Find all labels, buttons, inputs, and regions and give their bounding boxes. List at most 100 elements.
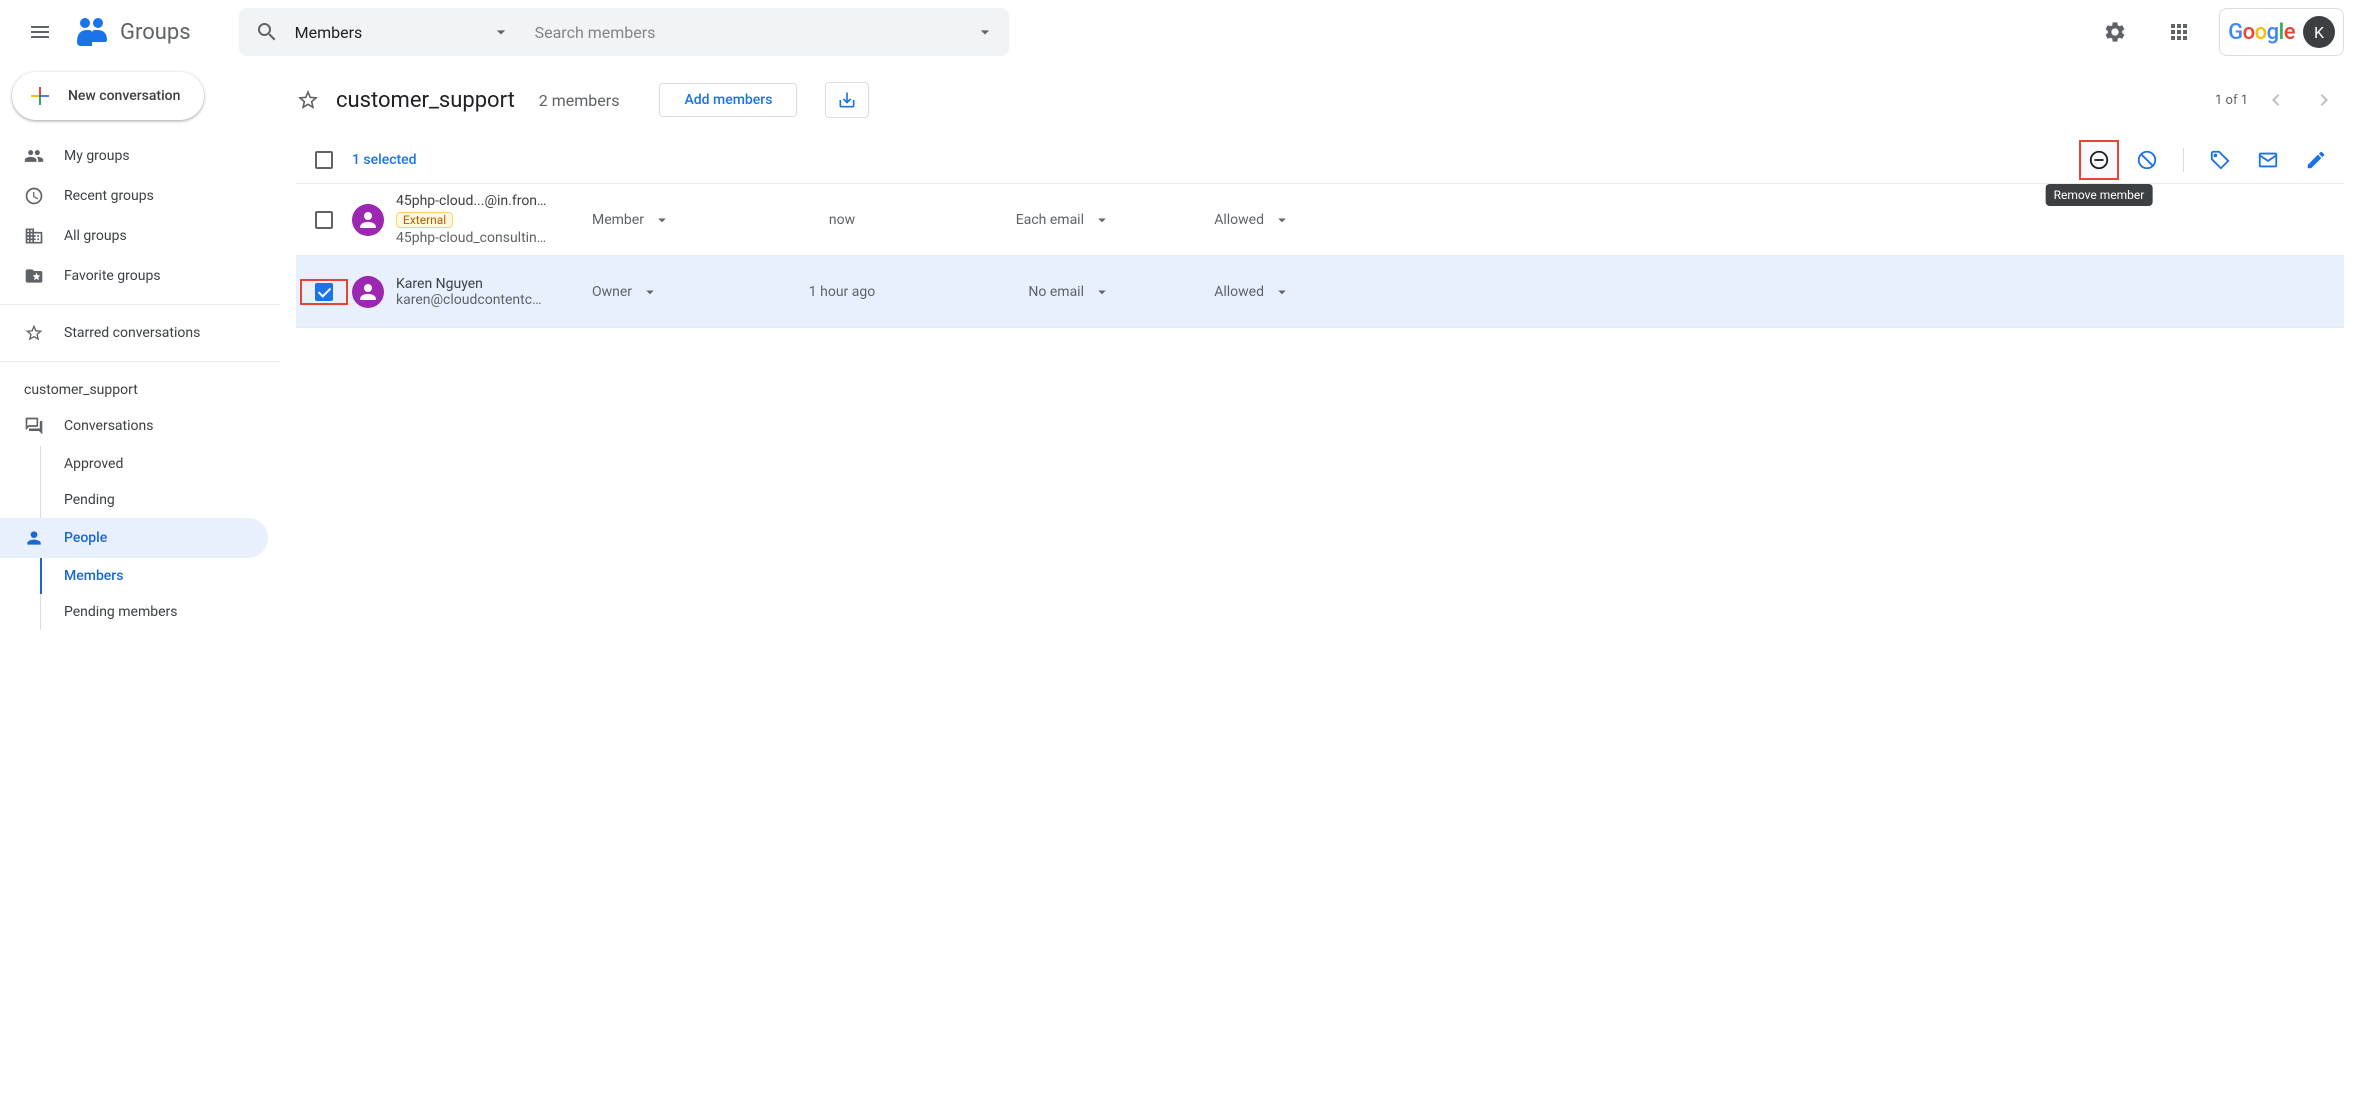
role-value: Member [592, 212, 644, 228]
tooltip: Remove member [2046, 184, 2153, 206]
member-row[interactable]: 45php-cloud...@in.fron…External45php-clo… [296, 184, 2344, 256]
google-logo-text: Google [2228, 20, 2295, 45]
member-avatar [352, 276, 384, 308]
star-icon [24, 323, 44, 343]
folder-star-icon [24, 266, 44, 286]
posting-value: Allowed [1214, 212, 1264, 228]
pagination: 1 of 1 [2215, 80, 2344, 120]
nav-label: Recent groups [64, 188, 154, 204]
download-icon [837, 90, 857, 110]
gear-icon [2103, 20, 2127, 44]
sidebar-item-people[interactable]: People [0, 518, 268, 558]
nav-label: Pending [64, 492, 115, 508]
member-email: 45php-cloud_consultin… [396, 230, 592, 246]
posting-value: Allowed [1214, 284, 1264, 300]
nav-label: Favorite groups [64, 268, 161, 284]
edit-button[interactable] [2296, 140, 2336, 180]
sidebar-item-pending-members[interactable]: Pending members [0, 594, 268, 630]
search-input[interactable] [535, 23, 961, 42]
star-outline-icon[interactable] [296, 88, 320, 112]
posting-dropdown[interactable]: Allowed [1112, 283, 1292, 301]
sidebar-item-all-groups[interactable]: All groups [0, 216, 268, 256]
member-email: karen@cloudcontentc… [396, 292, 592, 308]
sidebar-item-starred[interactable]: Starred conversations [0, 313, 268, 353]
chevron-down-icon [491, 22, 511, 42]
chat-icon [24, 416, 44, 436]
chevron-down-icon [653, 211, 671, 229]
subscription-value: No email [1028, 284, 1084, 300]
plus-icon [28, 84, 52, 108]
toolbar-divider [2183, 148, 2184, 172]
remove-circle-icon [2088, 149, 2110, 171]
new-conversation-button[interactable]: New conversation [12, 72, 204, 120]
new-conversation-label: New conversation [68, 88, 180, 104]
row-checkbox[interactable] [315, 211, 333, 229]
email-button[interactable] [2248, 140, 2288, 180]
subscription-value: Each email [1016, 212, 1084, 228]
row-checkbox[interactable] [315, 283, 333, 301]
top-bar: Groups Members [0, 0, 2360, 64]
add-members-button[interactable]: Add members [659, 83, 797, 117]
main-menu-button[interactable] [16, 8, 64, 56]
sidebar-item-recent-groups[interactable]: Recent groups [0, 176, 268, 216]
sidebar-item-conversations[interactable]: Conversations [0, 406, 268, 446]
ban-icon [2136, 149, 2158, 171]
chevron-left-icon [2264, 88, 2288, 112]
group-section-title: customer_support [0, 370, 280, 406]
apps-button[interactable] [2155, 8, 2203, 56]
search-options-dropdown[interactable] [961, 22, 1009, 42]
download-button[interactable] [825, 82, 869, 118]
building-icon [24, 226, 44, 246]
mail-icon [2257, 149, 2279, 171]
sidebar: New conversation My groups Recent groups… [0, 64, 280, 1100]
account-button[interactable]: Google K [2219, 8, 2344, 56]
person-icon [24, 528, 44, 548]
nav-label: My groups [64, 148, 130, 164]
hamburger-icon [28, 20, 52, 44]
sidebar-item-members[interactable]: Members [0, 558, 268, 594]
pagination-text: 1 of 1 [2215, 93, 2248, 108]
subscription-dropdown[interactable]: Each email [932, 211, 1112, 229]
chevron-down-icon [1273, 283, 1291, 301]
member-row[interactable]: Karen Nguyenkaren@cloudcontentc… Owner 1… [296, 256, 2344, 328]
posting-dropdown[interactable]: Allowed [1112, 211, 1292, 229]
remove-member-button[interactable]: Remove member [2079, 140, 2119, 180]
nav-label: Pending members [64, 604, 178, 620]
external-badge: External [396, 212, 453, 228]
page-title: customer_support [336, 88, 515, 113]
nav-label: Starred conversations [64, 325, 200, 341]
label-button[interactable] [2200, 140, 2240, 180]
sidebar-item-favorite-groups[interactable]: Favorite groups [0, 256, 268, 296]
prev-page-button[interactable] [2256, 80, 2296, 120]
sidebar-item-my-groups[interactable]: My groups [0, 136, 268, 176]
tag-icon [2209, 149, 2231, 171]
people-icon [24, 146, 44, 166]
next-page-button[interactable] [2304, 80, 2344, 120]
clock-icon [24, 186, 44, 206]
role-dropdown[interactable]: Member [592, 211, 752, 229]
member-count: 2 members [539, 91, 620, 110]
nav-label: Members [64, 568, 123, 584]
chevron-down-icon [641, 283, 659, 301]
chevron-down-icon [1093, 283, 1111, 301]
main-content: customer_support 2 members Add members 1… [280, 64, 2360, 1100]
select-all-checkbox[interactable] [315, 151, 333, 169]
search-type-dropdown[interactable]: Members [295, 22, 535, 42]
user-avatar: K [2303, 16, 2335, 48]
apps-grid-icon [2167, 20, 2191, 44]
chevron-down-icon [1093, 211, 1111, 229]
groups-logo-icon [72, 12, 112, 52]
subscription-dropdown[interactable]: No email [932, 283, 1112, 301]
chevron-down-icon [1273, 211, 1291, 229]
ban-member-button[interactable] [2127, 140, 2167, 180]
top-right-controls: Google K [2091, 8, 2344, 56]
sidebar-item-pending[interactable]: Pending [0, 482, 268, 518]
logo[interactable]: Groups [72, 12, 191, 52]
search-button[interactable] [239, 20, 295, 44]
nav-label: Approved [64, 456, 123, 472]
search-icon [255, 20, 279, 44]
role-dropdown[interactable]: Owner [592, 283, 752, 301]
selected-count: 1 selected [352, 152, 417, 168]
settings-button[interactable] [2091, 8, 2139, 56]
sidebar-item-approved[interactable]: Approved [0, 446, 268, 482]
